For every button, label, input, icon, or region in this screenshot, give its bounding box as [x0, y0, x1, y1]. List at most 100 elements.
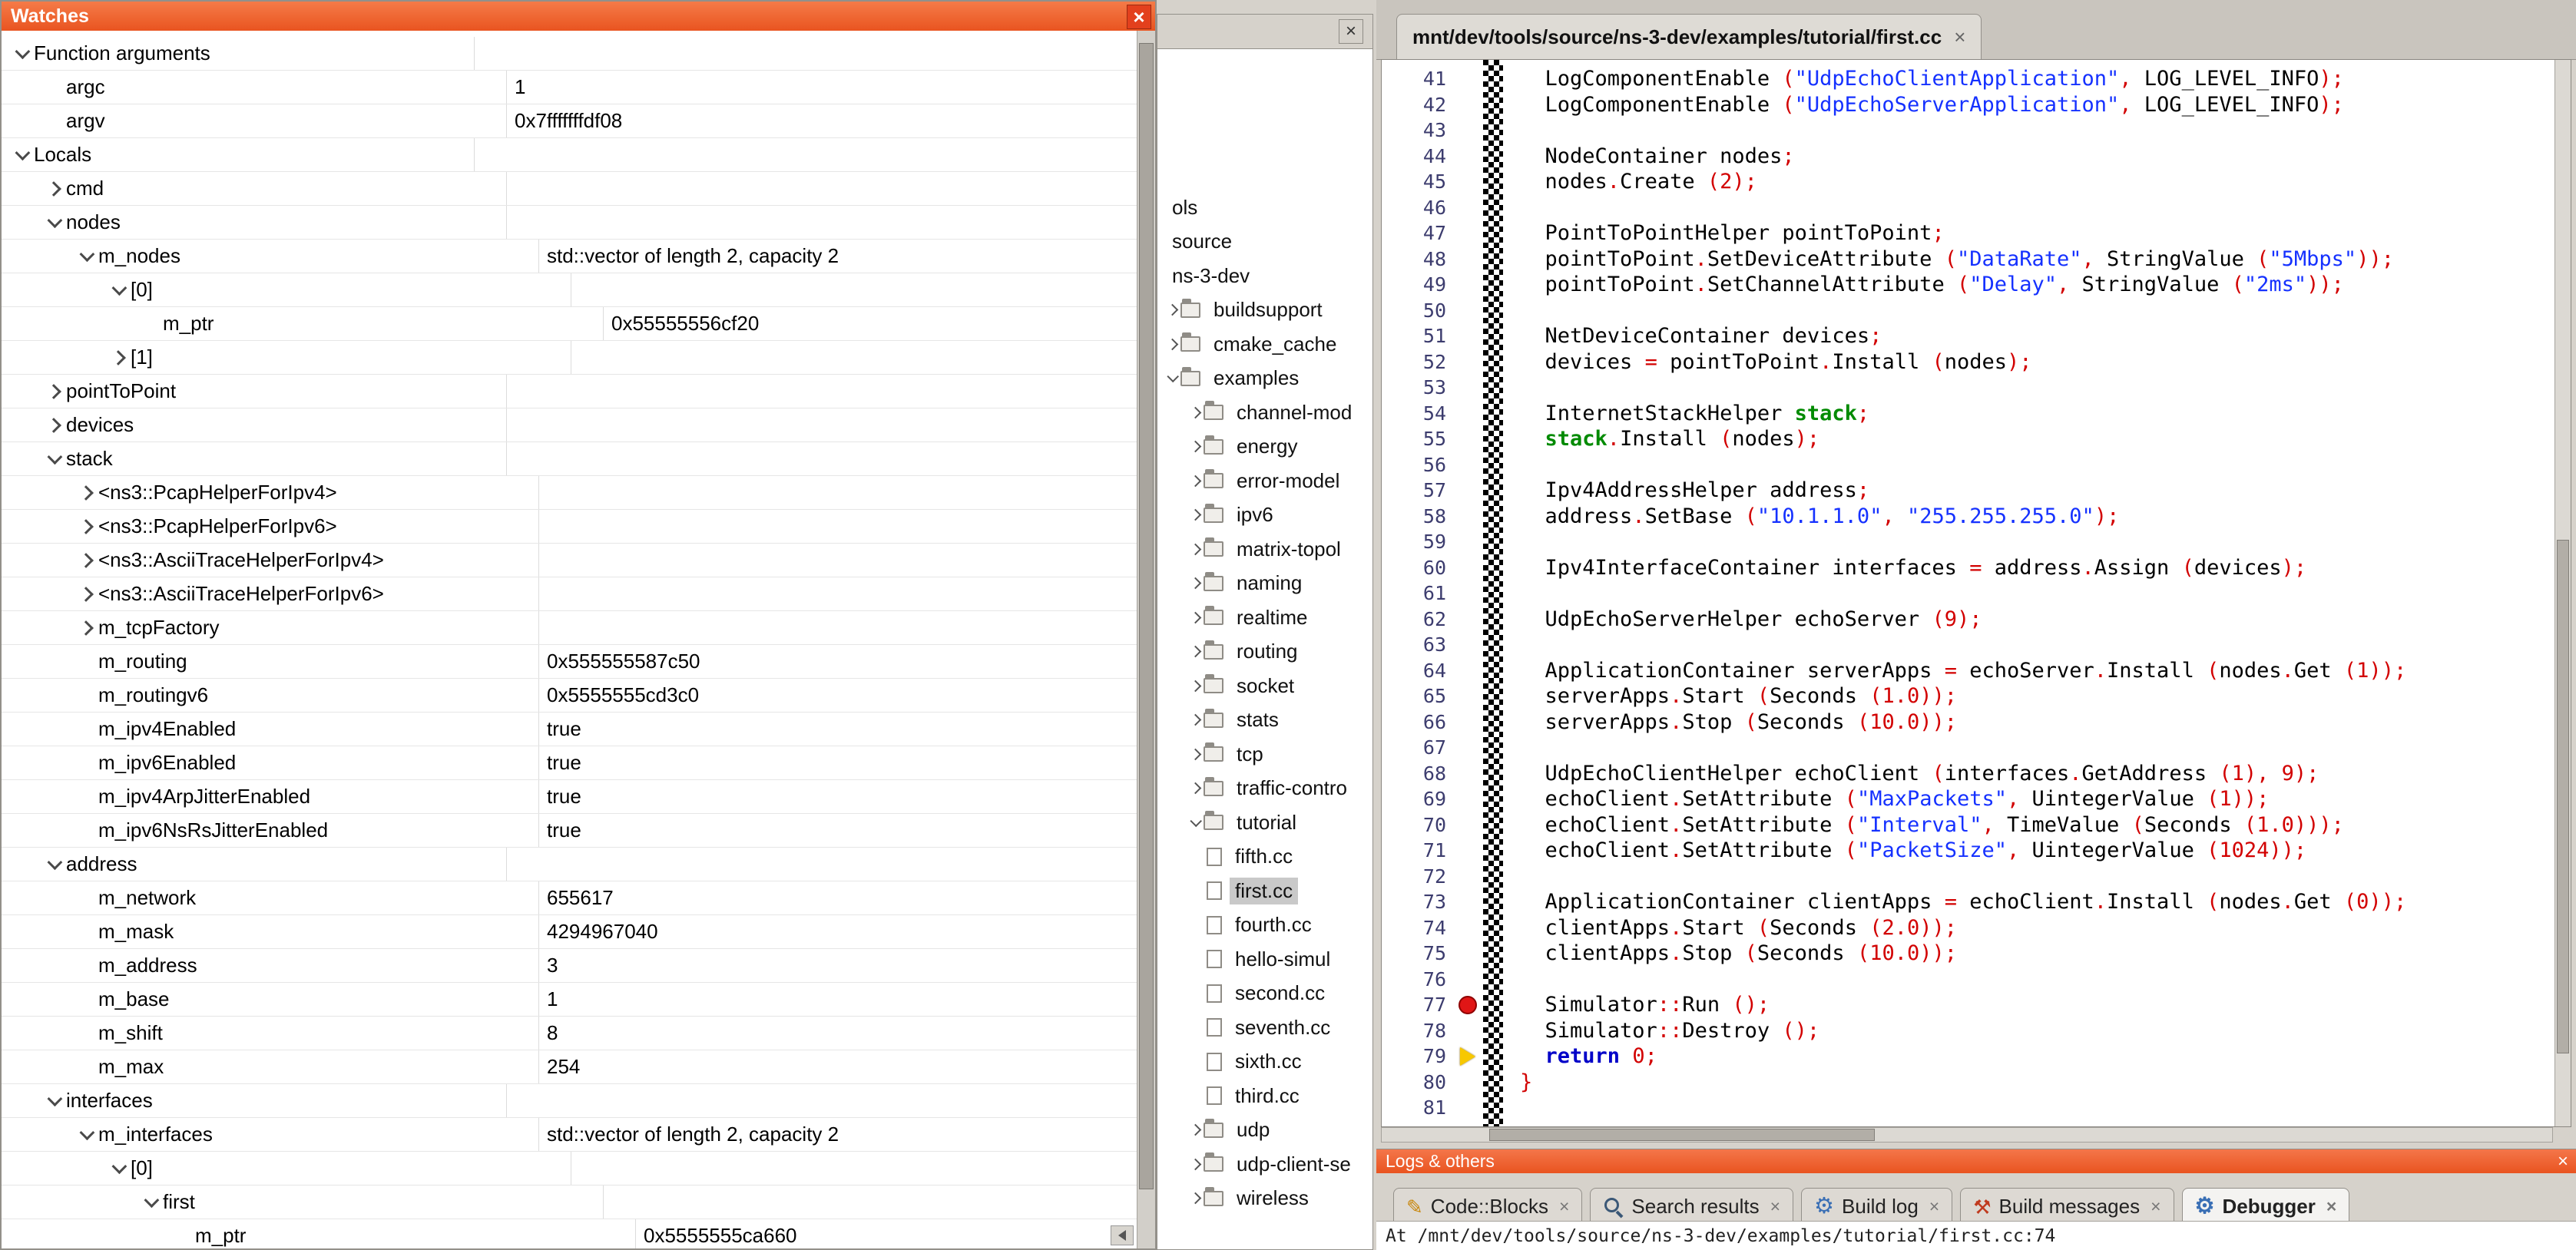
chevron-down-icon[interactable]	[41, 1096, 66, 1106]
tree-item-tutorial[interactable]: tutorial	[1157, 805, 1372, 840]
chevron-down-icon[interactable]	[74, 251, 98, 262]
chevron-right-icon[interactable]	[74, 555, 98, 566]
chevron-down-icon[interactable]	[1187, 818, 1204, 827]
code-text[interactable]: ApplicationContainer clientApps = echoCl…	[1503, 890, 2406, 914]
tree-item-realtime[interactable]: realtime	[1157, 600, 1372, 635]
chevron-down-icon[interactable]	[41, 217, 66, 228]
code-text[interactable]: Ipv4AddressHelper address;	[1503, 478, 1869, 502]
watch-row[interactable]: m_ipv6NsRsJitterEnabledtrue	[2, 814, 1137, 848]
code-text[interactable]: LogComponentEnable ("UdpEchoClientApplic…	[1503, 67, 2344, 91]
watches-title-bar[interactable]: Watches ×	[2, 2, 1155, 31]
chevron-down-icon[interactable]	[1164, 374, 1180, 382]
code-text[interactable]: stack.Install (nodes);	[1503, 427, 1819, 451]
code-text[interactable]: }	[1503, 1070, 1532, 1094]
tree-item-seventh-cc[interactable]: seventh.cc	[1157, 1010, 1372, 1045]
line-number[interactable]: 74	[1382, 917, 1452, 939]
watch-row[interactable]: m_tcpFactory	[2, 611, 1137, 645]
line-number[interactable]: 71	[1382, 839, 1452, 861]
code-line[interactable]: 70 echoClient.SetAttribute ("Interval", …	[1382, 812, 2571, 838]
watch-row[interactable]: interfaces	[2, 1084, 1137, 1118]
tree-item-second-cc[interactable]: second.cc	[1157, 977, 1372, 1011]
chevron-right-icon[interactable]	[1187, 682, 1204, 690]
code-line[interactable]: 43	[1382, 117, 2571, 144]
line-number[interactable]: 76	[1382, 968, 1452, 990]
code-line[interactable]: 66 serverApps.Stop (Seconds (10.0));	[1382, 709, 2571, 736]
close-icon[interactable]: ×	[2151, 1196, 2160, 1217]
code-text[interactable]: nodes.Create (2);	[1503, 170, 1757, 193]
code-line[interactable]: 46	[1382, 195, 2571, 221]
chevron-right-icon[interactable]	[74, 488, 98, 498]
code-editor[interactable]: 41 LogComponentEnable ("UdpEchoClientApp…	[1381, 59, 2571, 1127]
tree-item-error-model[interactable]: error-model	[1157, 464, 1372, 498]
watch-row[interactable]: m_network655617	[2, 881, 1137, 915]
watch-row[interactable]: m_interfacesstd::vector of length 2, cap…	[2, 1118, 1137, 1152]
watch-row[interactable]: <ns3::AsciiTraceHelperForIpv4>	[2, 544, 1137, 577]
chevron-down-icon[interactable]	[9, 150, 34, 160]
code-line[interactable]: 44 NodeContainer nodes;	[1382, 144, 2571, 170]
code-line[interactable]: 59	[1382, 529, 2571, 555]
chevron-right-icon[interactable]	[41, 420, 66, 431]
watch-row[interactable]: m_base1	[2, 983, 1137, 1017]
code-line[interactable]: 51 NetDeviceContainer devices;	[1382, 323, 2571, 349]
editor-horizontal-scrollbar[interactable]	[1381, 1127, 2553, 1143]
watch-row[interactable]: m_ipv6Enabledtrue	[2, 746, 1137, 780]
tree-item-hello-simul[interactable]: hello-simul	[1157, 942, 1372, 977]
chevron-right-icon[interactable]	[1187, 442, 1204, 451]
tree-item-socket[interactable]: socket	[1157, 669, 1372, 703]
scrollbar-thumb[interactable]	[1139, 43, 1154, 1189]
logs-title-bar[interactable]: Logs & others ×	[1376, 1149, 2576, 1173]
code-text[interactable]: PointToPointHelper pointToPoint;	[1503, 221, 1945, 245]
watch-row[interactable]: argc1	[2, 71, 1137, 104]
chevron-right-icon[interactable]	[1187, 1194, 1204, 1202]
tree-item-stats[interactable]: stats	[1157, 703, 1372, 738]
watch-row[interactable]: nodes	[2, 206, 1137, 240]
tree-item-udp-client-se[interactable]: udp-client-se	[1157, 1147, 1372, 1182]
watch-row[interactable]: [0]	[2, 1152, 1137, 1186]
tree-item-third-cc[interactable]: third.cc	[1157, 1079, 1372, 1113]
watch-row[interactable]: m_max254	[2, 1050, 1137, 1084]
chevron-right-icon[interactable]	[106, 352, 131, 363]
code-line[interactable]: 53	[1382, 375, 2571, 401]
line-number[interactable]: 41	[1382, 68, 1452, 90]
watch-row[interactable]: m_nodesstd::vector of length 2, capacity…	[2, 240, 1137, 273]
line-number[interactable]: 54	[1382, 402, 1452, 425]
line-number[interactable]: 77	[1382, 994, 1452, 1016]
chevron-right-icon[interactable]	[41, 184, 66, 194]
tree-item-wireless[interactable]: wireless	[1157, 1182, 1372, 1216]
line-number[interactable]: 51	[1382, 325, 1452, 347]
code-line[interactable]: 68 UdpEchoClientHelper echoClient (inter…	[1382, 761, 2571, 787]
breakpoint-margin[interactable]	[1452, 1047, 1483, 1066]
code-text[interactable]: LogComponentEnable ("UdpEchoServerApplic…	[1503, 93, 2344, 117]
tree-item-routing[interactable]: routing	[1157, 635, 1372, 670]
chevron-right-icon[interactable]	[1187, 613, 1204, 622]
tree-item-udp[interactable]: udp	[1157, 1113, 1372, 1148]
line-number[interactable]: 63	[1382, 633, 1452, 656]
line-number[interactable]: 56	[1382, 454, 1452, 476]
line-number[interactable]: 68	[1382, 762, 1452, 785]
code-text[interactable]: devices = pointToPoint.Install (nodes);	[1503, 350, 2032, 374]
chevron-right-icon[interactable]	[1187, 647, 1204, 656]
logs-tab-build-log[interactable]: ⚙Build log×	[1801, 1188, 1952, 1225]
code-line[interactable]: 67	[1382, 735, 2571, 761]
line-number[interactable]: 65	[1382, 685, 1452, 707]
line-number[interactable]: 42	[1382, 94, 1452, 116]
breakpoint-icon[interactable]	[1459, 996, 1477, 1014]
tree-item-fourth-cc[interactable]: fourth.cc	[1157, 908, 1372, 943]
watch-row[interactable]: m_ipv4Enabledtrue	[2, 713, 1137, 746]
code-text[interactable]: InternetStackHelper stack;	[1503, 402, 1869, 425]
tree-item-tcp[interactable]: tcp	[1157, 737, 1372, 772]
code-line[interactable]: 75 clientApps.Stop (Seconds (10.0));	[1382, 941, 2571, 967]
chevron-right-icon[interactable]	[74, 521, 98, 532]
close-icon[interactable]: ×	[1929, 1196, 1939, 1217]
line-number[interactable]: 46	[1382, 197, 1452, 219]
watch-row[interactable]: pointToPoint	[2, 375, 1137, 408]
line-number[interactable]: 66	[1382, 711, 1452, 733]
code-line[interactable]: 63	[1382, 632, 2571, 658]
code-text[interactable]: echoClient.SetAttribute ("MaxPackets", U…	[1503, 787, 2269, 811]
tree-item-naming[interactable]: naming	[1157, 567, 1372, 601]
code-line[interactable]: 55 stack.Install (nodes);	[1382, 426, 2571, 452]
watch-row[interactable]: m_ipv4ArpJitterEnabledtrue	[2, 780, 1137, 814]
line-number[interactable]: 75	[1382, 942, 1452, 964]
code-text[interactable]: Ipv4InterfaceContainer interfaces = addr…	[1503, 556, 2306, 580]
code-text[interactable]: UdpEchoClientHelper echoClient (interfac…	[1503, 762, 2319, 785]
